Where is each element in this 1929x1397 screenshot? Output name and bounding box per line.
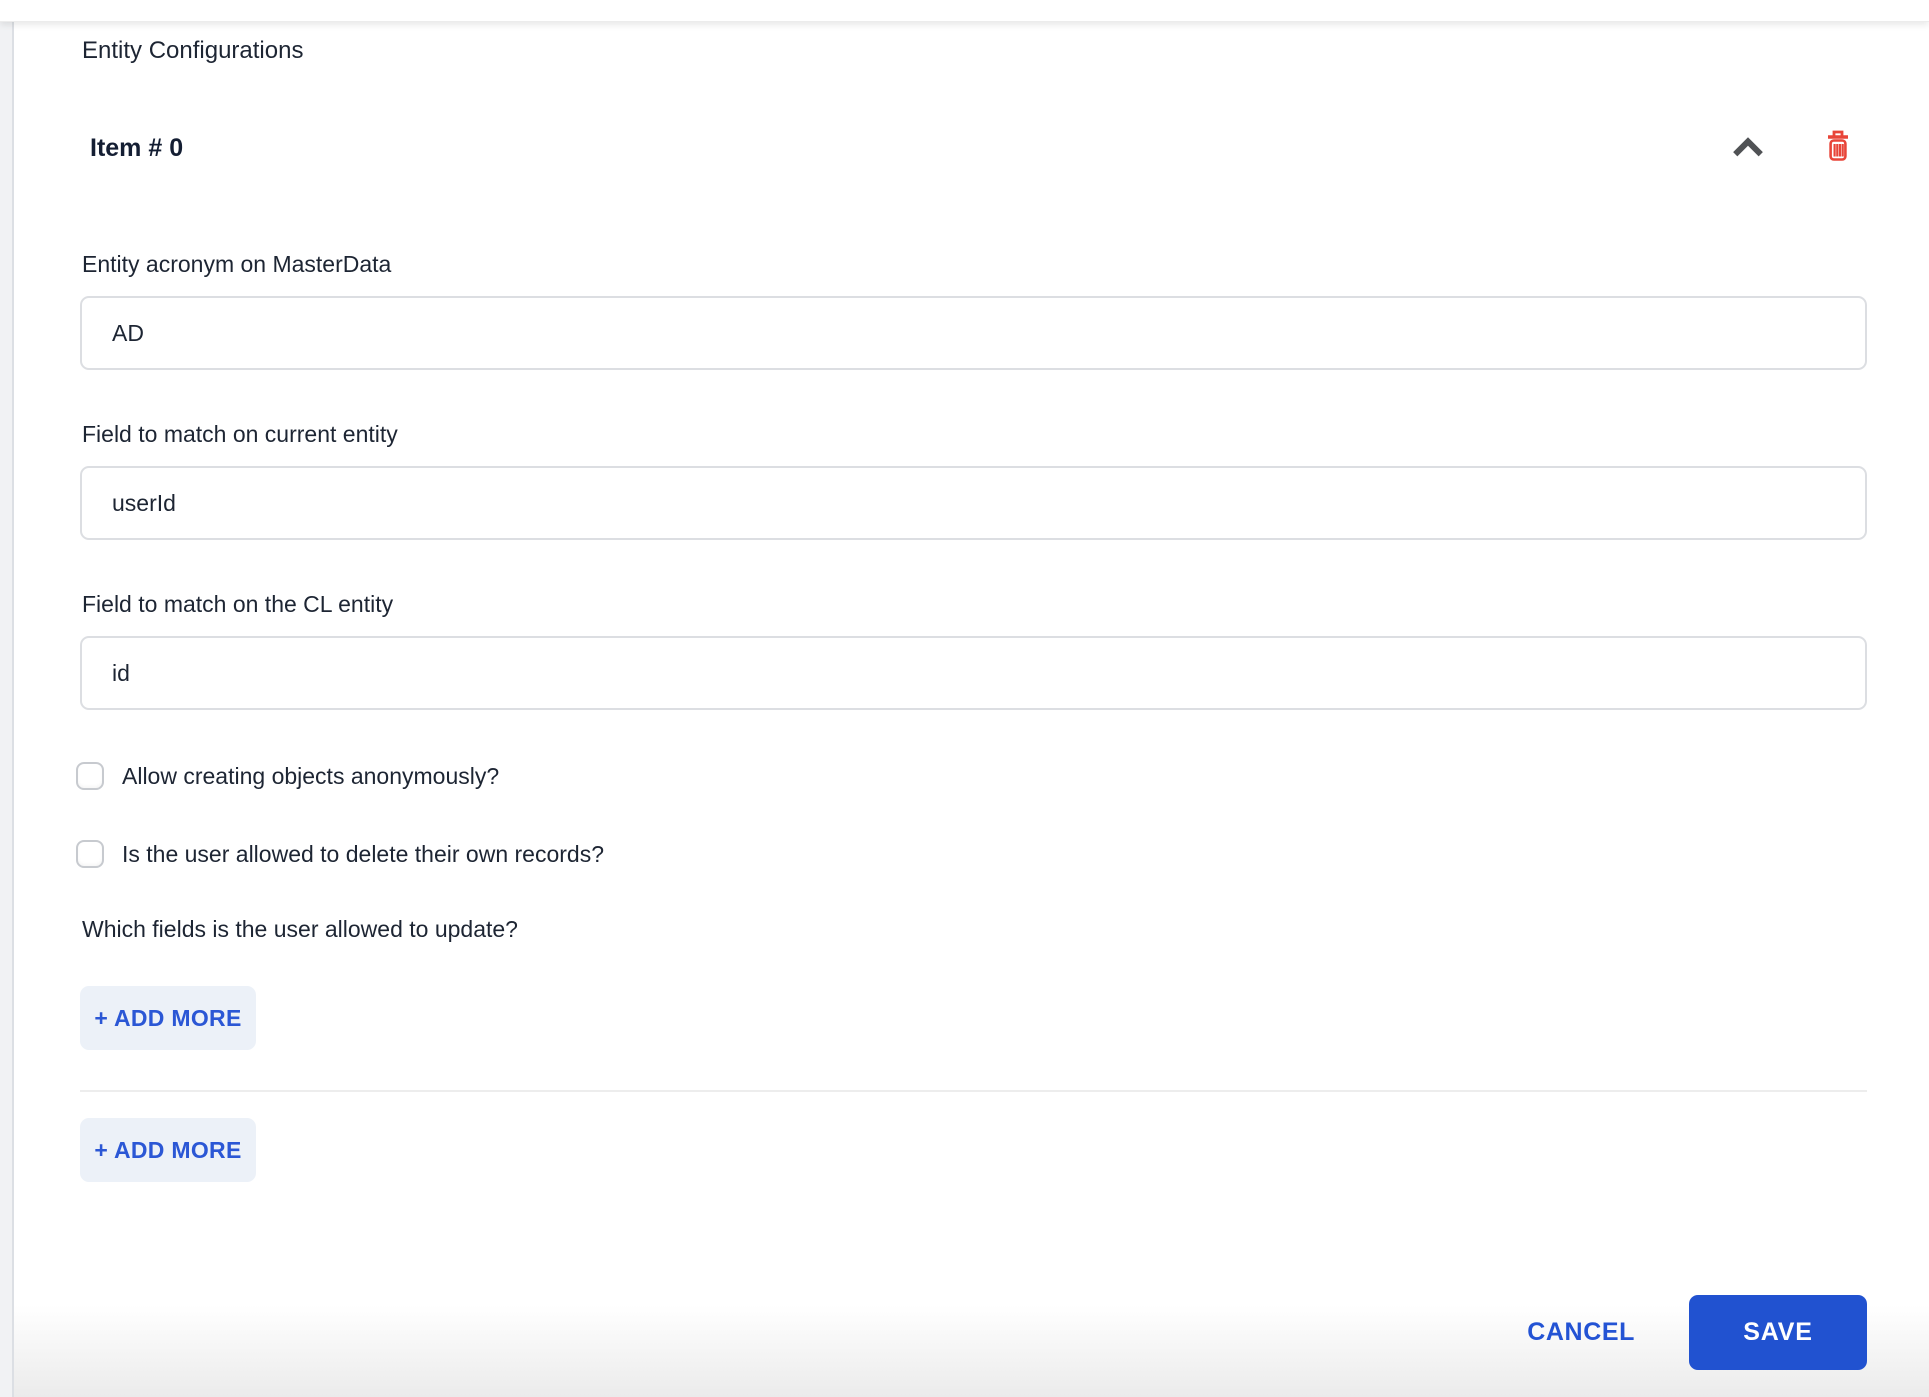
allow-delete-own-records-row: Is the user allowed to delete their own …	[76, 840, 1867, 868]
item-title: Item # 0	[90, 134, 184, 162]
collapse-item-button[interactable]	[1731, 135, 1765, 162]
item-header: Item # 0	[90, 129, 1853, 168]
allow-anonymous-label: Allow creating objects anonymously?	[122, 762, 500, 789]
cancel-button[interactable]: CANCEL	[1527, 1318, 1635, 1347]
allow-anonymous-checkbox[interactable]	[76, 762, 104, 790]
section-divider	[80, 1090, 1867, 1092]
footer-actions: CANCEL SAVE	[1527, 1295, 1867, 1370]
entity-acronym-label: Entity acronym on MasterData	[82, 251, 392, 277]
entity-configurations-form: Entity Configurations Item # 0 Entity ac…	[0, 21, 1929, 1397]
top-shadow-band	[0, 0, 1929, 22]
add-more-item-button[interactable]: + ADD MORE	[80, 1118, 256, 1182]
chevron-up-icon	[1731, 135, 1765, 162]
update-fields-question: Which fields is the user allowed to upda…	[82, 916, 518, 942]
allow-delete-own-records-checkbox[interactable]	[76, 840, 104, 868]
left-gutter	[0, 21, 14, 1397]
trash-icon	[1823, 129, 1853, 168]
delete-item-button[interactable]	[1823, 129, 1853, 168]
item-actions	[1731, 129, 1853, 168]
page-title: Entity Configurations	[82, 37, 304, 64]
current-entity-field-label: Field to match on current entity	[82, 421, 398, 447]
save-button[interactable]: SAVE	[1689, 1295, 1867, 1370]
current-entity-field-input[interactable]	[80, 466, 1867, 540]
allow-delete-own-records-label: Is the user allowed to delete their own …	[122, 840, 604, 867]
cl-entity-field-label: Field to match on the CL entity	[82, 591, 394, 617]
allow-anonymous-row: Allow creating objects anonymously?	[76, 762, 1867, 790]
entity-acronym-input[interactable]	[80, 296, 1867, 370]
add-more-fields-button[interactable]: + ADD MORE	[80, 986, 256, 1050]
cl-entity-field-input[interactable]	[80, 636, 1867, 710]
entity-config-panel: Entity Configurations Item # 0 Entity ac…	[0, 0, 1929, 1397]
